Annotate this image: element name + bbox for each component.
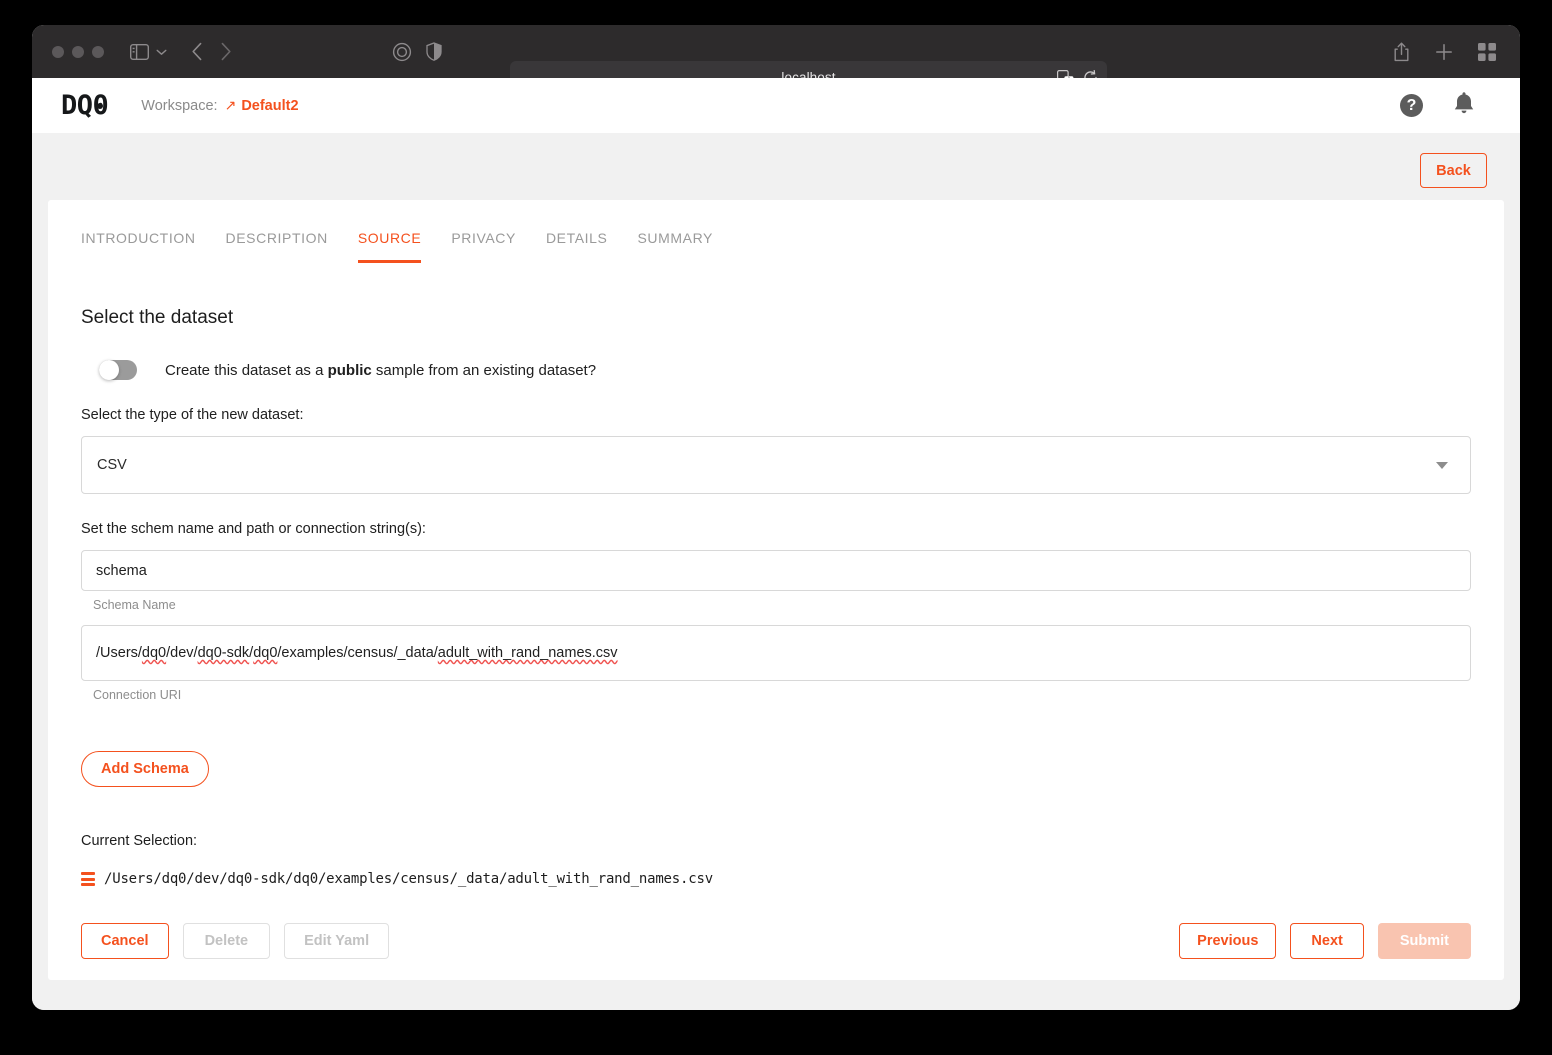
dataset-type-label: Select the type of the new dataset: bbox=[81, 407, 304, 423]
connection-uri-helper: Connection URI bbox=[93, 688, 182, 702]
browser-window: localhost 文 bbox=[32, 25, 1520, 1010]
current-selection-row: /Users/dq0/dev/dq0-sdk/dq0/examples/cens… bbox=[81, 871, 1471, 887]
public-sample-toggle-label: Create this dataset as a public sample f… bbox=[165, 362, 596, 379]
submit-button: Submit bbox=[1377, 923, 1471, 959]
privacy-shield-icon[interactable] bbox=[426, 42, 442, 61]
add-schema-button[interactable]: Add Schema bbox=[81, 751, 209, 787]
wizard-card: INTRODUCTION DESCRIPTION SOURCE PRIVACY … bbox=[48, 200, 1504, 980]
minimize-window-button[interactable] bbox=[72, 45, 84, 58]
notification-bell-icon[interactable] bbox=[1453, 91, 1475, 120]
dq0-logo[interactable]: DQ0 bbox=[61, 90, 109, 121]
forward-arrow-icon[interactable] bbox=[220, 42, 232, 61]
public-sample-toggle[interactable] bbox=[99, 360, 137, 380]
close-window-button[interactable] bbox=[52, 45, 64, 58]
current-selection-path: /Users/dq0/dev/dq0-sdk/dq0/examples/cens… bbox=[104, 871, 713, 887]
current-selection-label: Current Selection: bbox=[81, 833, 198, 849]
schema-name-input[interactable] bbox=[81, 550, 1471, 591]
tab-introduction[interactable]: INTRODUCTION bbox=[81, 230, 196, 263]
connection-uri-value: /Users/dq0/dev/dq0-sdk/dq0/examples/cens… bbox=[96, 645, 618, 661]
logo-text: DQ bbox=[61, 90, 93, 121]
plus-icon[interactable] bbox=[1435, 43, 1453, 61]
next-button[interactable]: Next bbox=[1290, 923, 1364, 959]
reader-view-icon[interactable] bbox=[392, 42, 412, 62]
public-sample-toggle-row: Create this dataset as a public sample f… bbox=[81, 360, 1471, 380]
help-icon[interactable]: ? bbox=[1400, 94, 1423, 117]
edit-yaml-button: Edit Yaml bbox=[284, 923, 390, 959]
chevron-down-icon bbox=[1436, 461, 1448, 469]
page-toolbar: Back bbox=[32, 133, 1520, 200]
app-viewport: DQ0 Workspace: ↗ Default2 ? Back bbox=[32, 78, 1520, 1010]
toggle-label-after: sample from an existing dataset? bbox=[371, 361, 597, 379]
page-title: Select the dataset bbox=[81, 307, 234, 328]
workspace-label: Workspace: bbox=[141, 97, 218, 114]
maximize-window-button[interactable] bbox=[92, 45, 104, 58]
delete-button: Delete bbox=[182, 923, 271, 959]
sidebar-icon[interactable] bbox=[130, 43, 149, 60]
back-button[interactable]: Back bbox=[1420, 153, 1487, 188]
tab-details[interactable]: DETAILS bbox=[546, 230, 608, 263]
connection-uri-input[interactable]: /Users/dq0/dev/dq0-sdk/dq0/examples/cens… bbox=[81, 625, 1471, 681]
browser-titlebar: localhost 文 bbox=[32, 25, 1520, 93]
titlebar-right-actions bbox=[1393, 25, 1496, 78]
tab-privacy[interactable]: PRIVACY bbox=[451, 230, 516, 263]
workspace-selector[interactable]: Workspace: ↗ Default2 bbox=[141, 97, 298, 114]
chevron-down-icon[interactable] bbox=[156, 48, 167, 56]
window-controls[interactable] bbox=[52, 45, 104, 58]
app-header-actions: ? bbox=[1400, 91, 1475, 120]
schema-name-helper: Schema Name bbox=[93, 598, 176, 612]
back-arrow-icon[interactable] bbox=[191, 42, 203, 61]
tab-overview-icon[interactable] bbox=[1478, 42, 1496, 61]
schema-section-label: Set the schem name and path or connectio… bbox=[81, 521, 426, 537]
tab-source[interactable]: SOURCE bbox=[357, 230, 422, 263]
cancel-button[interactable]: Cancel bbox=[81, 923, 169, 959]
wizard-tabs: INTRODUCTION DESCRIPTION SOURCE PRIVACY … bbox=[48, 200, 1504, 263]
tab-summary[interactable]: SUMMARY bbox=[637, 230, 713, 263]
toggle-knob bbox=[99, 360, 119, 380]
toggle-label-before: Create this dataset as a bbox=[165, 361, 328, 379]
logo-zero: 0 bbox=[93, 92, 109, 119]
toggle-label-bold: public bbox=[327, 361, 372, 379]
dataset-type-select[interactable]: CSV bbox=[81, 436, 1471, 494]
dataset-type-value: CSV bbox=[97, 457, 127, 473]
workspace-name[interactable]: Default2 bbox=[241, 98, 298, 114]
list-icon bbox=[81, 872, 95, 886]
wizard-body: Select the dataset Create this dataset a… bbox=[48, 307, 1504, 887]
wizard-footer: Cancel Delete Edit Yaml Previous Next Su… bbox=[48, 923, 1504, 959]
external-link-arrow-icon: ↗ bbox=[224, 97, 237, 113]
previous-button[interactable]: Previous bbox=[1179, 923, 1277, 959]
tab-description[interactable]: DESCRIPTION bbox=[226, 230, 328, 263]
app-header: DQ0 Workspace: ↗ Default2 ? bbox=[32, 78, 1520, 133]
share-icon[interactable] bbox=[1393, 42, 1410, 62]
